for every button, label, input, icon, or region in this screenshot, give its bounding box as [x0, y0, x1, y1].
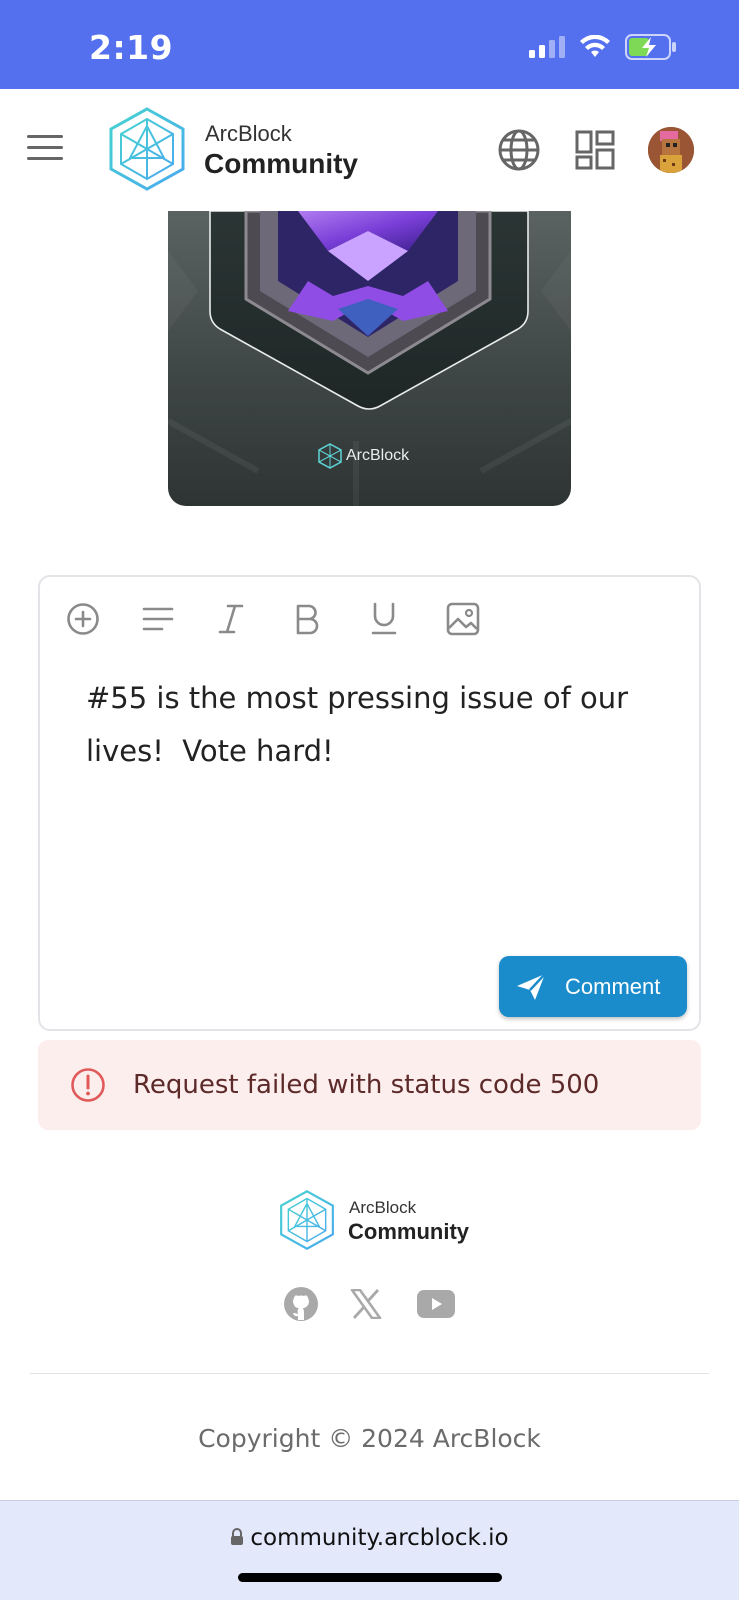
add-icon — [67, 603, 99, 635]
toolbar-bold-button[interactable] — [294, 599, 370, 639]
arcblock-logo-icon[interactable] — [108, 106, 186, 192]
status-time: 2:19 — [89, 28, 174, 67]
battery-icon — [625, 34, 676, 60]
error-alert: Request failed with status code 500 — [38, 1040, 701, 1130]
toolbar-align-button[interactable] — [142, 599, 218, 639]
menu-icon — [27, 135, 63, 138]
toolbar-italic-button[interactable] — [218, 599, 294, 639]
comment-submit-button[interactable]: Comment — [499, 956, 687, 1017]
wifi-icon — [580, 35, 610, 57]
underline-icon — [371, 602, 397, 635]
social-links — [283, 1286, 484, 1322]
url-label: community.arcblock.io — [250, 1525, 509, 1551]
url-text[interactable]: community.arcblock.io — [0, 1525, 739, 1551]
badge-watermark-label: ArcBlock — [346, 447, 410, 464]
youtube-icon[interactable] — [417, 1290, 455, 1318]
error-icon — [71, 1068, 105, 1102]
brand-name-bottom: Community — [204, 148, 358, 179]
home-indicator[interactable] — [238, 1573, 502, 1582]
footer-divider — [30, 1373, 709, 1374]
lock-icon — [231, 1528, 244, 1545]
comment-editor[interactable]: #55 is the most pressing issue of our li… — [38, 575, 701, 1031]
error-message: Request failed with status code 500 — [133, 1070, 600, 1100]
bold-icon — [296, 604, 319, 635]
editor-toolbar — [66, 599, 522, 639]
user-avatar[interactable] — [648, 127, 694, 173]
arcblock-watermark-icon — [318, 443, 342, 469]
footer-logo-icon[interactable] — [279, 1189, 335, 1251]
italic-icon — [218, 604, 244, 634]
status-bar: 2:19 — [0, 0, 739, 89]
comment-button-label: Comment — [565, 973, 661, 999]
globe-icon[interactable] — [497, 128, 541, 172]
status-icons — [529, 34, 677, 60]
brand-name-top: ArcBlock — [205, 121, 292, 146]
badge-image: ArcBlock — [168, 211, 571, 506]
toolbar-add-button[interactable] — [66, 599, 142, 639]
send-icon — [517, 972, 546, 1000]
copyright-text: Copyright © 2024 ArcBlock — [198, 1424, 541, 1453]
menu-button[interactable] — [27, 135, 63, 161]
footer-brand-top: ArcBlock — [349, 1198, 417, 1217]
signal-icon — [529, 36, 565, 58]
github-icon[interactable] — [283, 1286, 319, 1322]
toolbar-image-button[interactable] — [446, 599, 522, 639]
image-icon — [446, 602, 480, 636]
apps-grid-icon[interactable] — [575, 130, 615, 170]
footer-brand-bottom: Community — [348, 1219, 469, 1244]
align-icon — [142, 607, 174, 631]
x-icon[interactable] — [350, 1289, 382, 1319]
editor-content[interactable]: #55 is the most pressing issue of our li… — [86, 672, 646, 778]
toolbar-underline-button[interactable] — [370, 599, 446, 639]
